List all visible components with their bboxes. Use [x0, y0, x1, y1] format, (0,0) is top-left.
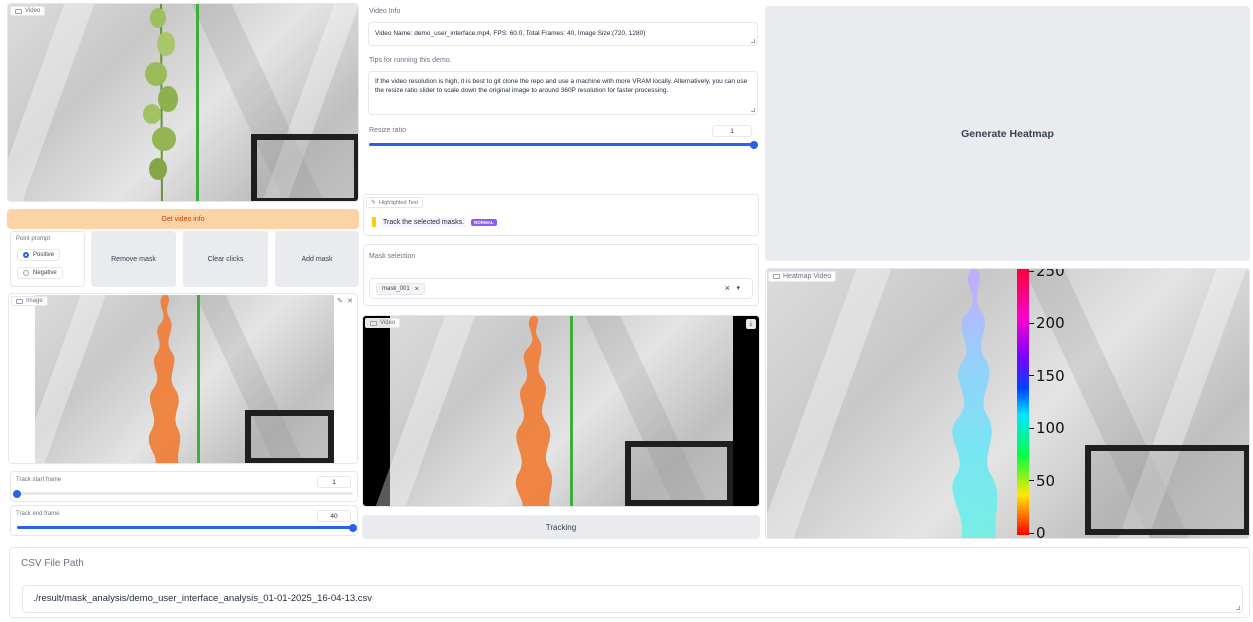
- radio-unchecked-icon: [23, 270, 29, 276]
- track-end-slider[interactable]: [17, 523, 357, 532]
- left-video-frame: [8, 4, 358, 201]
- orange-mask: [515, 316, 552, 506]
- resize-ratio-fill: [369, 143, 754, 146]
- highlight-marker-icon: [372, 217, 376, 227]
- track-end-thumb[interactable]: [349, 523, 357, 532]
- radio-negative[interactable]: Negative: [17, 267, 63, 279]
- resize-handle-icon[interactable]: [751, 108, 755, 112]
- tips-label: Tips for running this demo.: [369, 57, 452, 64]
- track-start-number-input[interactable]: 1: [317, 476, 351, 488]
- track-start-slider[interactable]: [13, 489, 353, 498]
- heatmap-frame: 250 200 150 100 50 0: [766, 269, 1249, 538]
- image-canvas[interactable]: [19, 295, 334, 463]
- middle-video-tag: Video: [365, 318, 401, 328]
- middle-video-panel: Video ⤓: [362, 315, 760, 507]
- colorbar-ticks: 250 200 150 100 50 0: [1029, 269, 1079, 538]
- plant-image: [143, 4, 178, 201]
- mask-selection-dropdown[interactable]: mask_001 × × ▾: [369, 278, 753, 299]
- radio-checked-icon: [23, 252, 29, 258]
- normal-badge: NORMAL: [471, 218, 497, 226]
- resize-ratio-thumb[interactable]: [750, 140, 758, 149]
- video-info-label: Video Info: [369, 8, 401, 15]
- text-icon: ✎: [371, 200, 377, 206]
- middle-video-frame: [375, 316, 733, 506]
- highlighted-text-content: Track the selected masks. NORMAL: [372, 217, 497, 227]
- clear-clicks-button[interactable]: Clear clicks: [183, 231, 268, 287]
- generate-heatmap-button[interactable]: Generate Heatmap: [765, 6, 1250, 261]
- mask-selection-label: Mask selection: [369, 253, 416, 260]
- track-start-thumb[interactable]: [13, 489, 21, 498]
- video-info-panel: Video Info Video Name: demo_user_interfa…: [363, 3, 760, 51]
- heatmap-overlay: [952, 269, 998, 538]
- resize-handle-icon[interactable]: [751, 39, 755, 43]
- add-mask-button[interactable]: Add mask: [275, 231, 359, 287]
- resize-handle-icon[interactable]: [1236, 606, 1240, 610]
- close-icon[interactable]: ✕: [347, 297, 353, 305]
- colorbar-tick: 200: [1029, 314, 1065, 332]
- highlighted-text-tag: ✎ Highlighted Text: [366, 197, 424, 208]
- left-video-tag: Video: [10, 6, 46, 16]
- video-icon: [370, 320, 377, 326]
- track-start-panel: Track start frame 1: [10, 471, 358, 502]
- download-icon[interactable]: ⤓: [746, 319, 756, 329]
- point-prompt-panel: Point prompt Positive Negative: [10, 231, 85, 287]
- csv-label: CSV File Path: [21, 558, 84, 569]
- tips-panel: Tips for running this demo. If the video…: [363, 53, 760, 118]
- csv-panel: CSV File Path ./result/mask_analysis/dem…: [9, 547, 1250, 618]
- orange-mask: [148, 295, 181, 463]
- image-icon: [16, 298, 23, 304]
- highlighted-text-panel: ✎ Highlighted Text Track the selected ma…: [363, 194, 759, 236]
- remove-mask-button[interactable]: Remove mask: [91, 231, 176, 287]
- heatmap-video-tag: Heatmap Video: [768, 271, 837, 282]
- colorbar-tick: 250: [1029, 269, 1065, 280]
- colorbar-tick: 150: [1029, 367, 1065, 385]
- edit-icon[interactable]: ✎: [337, 297, 343, 305]
- left-video-panel: Video ✕: [7, 3, 359, 202]
- colorbar-tick: 0: [1029, 524, 1046, 538]
- radio-positive[interactable]: Positive: [17, 249, 61, 261]
- chevron-down-icon[interactable]: ▾: [736, 284, 740, 292]
- chip-remove-icon[interactable]: ×: [415, 286, 419, 293]
- resize-ratio-label: Resize ratio: [369, 127, 406, 134]
- csv-path-textbox[interactable]: ./result/mask_analysis/demo_user_interfa…: [22, 585, 1243, 613]
- track-end-number-input[interactable]: 40: [317, 510, 351, 522]
- image-panel: Image ✎ ✕: [8, 293, 358, 464]
- get-video-info-button[interactable]: Get video info: [7, 209, 359, 229]
- resize-ratio-slider[interactable]: [369, 140, 758, 149]
- resize-ratio-panel: Resize ratio 1: [363, 121, 760, 153]
- track-end-fill: [17, 526, 353, 529]
- mask-chip: mask_001 ×: [376, 283, 425, 295]
- video-icon: [15, 8, 22, 14]
- track-start-label: Track start frame: [16, 477, 62, 483]
- tips-textbox[interactable]: If the video resolution is high, it is b…: [368, 71, 758, 115]
- track-end-label: Track end frame: [16, 511, 60, 517]
- clear-selection-icon[interactable]: ×: [725, 283, 730, 293]
- colorbar-tick: 50: [1029, 472, 1055, 490]
- resize-ratio-number-input[interactable]: 1: [712, 125, 752, 137]
- heatmap-video-panel: Heatmap Video ⤓ 250200150100500: [765, 268, 1250, 539]
- track-end-panel: Track end frame 40: [10, 505, 358, 536]
- mask-selection-panel: Mask selection mask_001 × × ▾: [363, 244, 759, 306]
- tracking-button[interactable]: Tracking: [362, 515, 760, 539]
- point-prompt-label: Point prompt: [16, 236, 51, 242]
- heatmap-colorbar: [1017, 269, 1029, 535]
- video-icon: [773, 274, 780, 279]
- colorbar-tick: 100: [1029, 419, 1065, 437]
- image-tag: Image: [11, 296, 48, 306]
- video-info-textbox[interactable]: Video Name: demo_user_interface.mp4, FPS…: [368, 22, 758, 46]
